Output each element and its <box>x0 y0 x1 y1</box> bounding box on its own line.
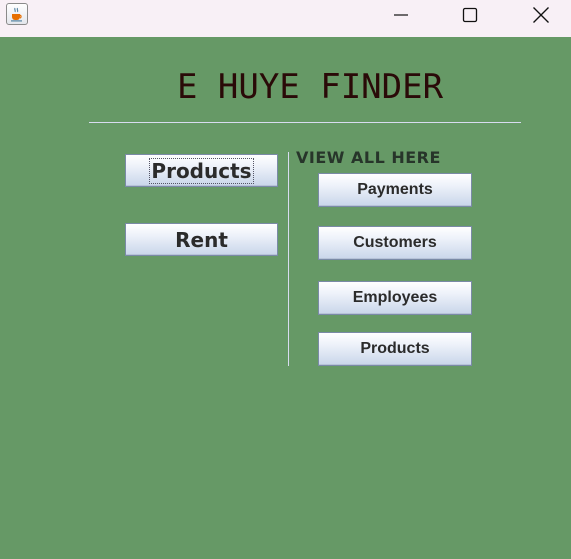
view-payments-button[interactable]: Payments <box>318 173 472 207</box>
rent-button[interactable]: Rent <box>125 223 278 256</box>
view-products-label: Products <box>360 340 430 357</box>
maximize-icon <box>462 7 478 23</box>
view-customers-button[interactable]: Customers <box>318 226 472 260</box>
app-title: E HUYE FINDER <box>176 67 444 107</box>
view-all-heading: VIEW ALL HERE <box>296 148 441 167</box>
view-products-button[interactable]: Products <box>318 332 472 366</box>
view-payments-label: Payments <box>357 181 433 198</box>
view-customers-label: Customers <box>353 234 437 251</box>
view-employees-button[interactable]: Employees <box>318 281 472 315</box>
vertical-separator <box>288 152 289 366</box>
minimize-icon <box>394 14 408 16</box>
rent-button-label: Rent <box>175 227 228 252</box>
close-icon <box>533 7 549 23</box>
view-employees-label: Employees <box>352 289 438 306</box>
minimize-button[interactable] <box>378 0 424 30</box>
close-button[interactable] <box>518 0 564 30</box>
title-separator <box>89 122 521 123</box>
window-titlebar <box>0 0 571 37</box>
maximize-button[interactable] <box>447 0 493 30</box>
main-panel: E HUYE FINDER Products Rent VIEW ALL HER… <box>0 37 571 559</box>
products-button[interactable]: Products <box>125 154 278 187</box>
java-coffee-cup-icon[interactable] <box>6 3 28 25</box>
products-button-label: Products <box>149 157 254 184</box>
